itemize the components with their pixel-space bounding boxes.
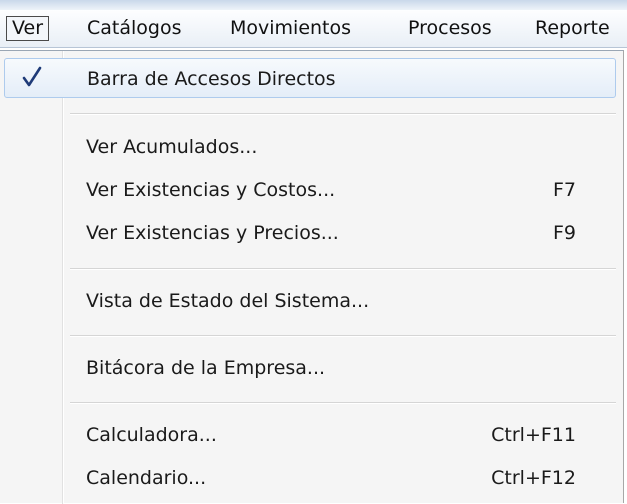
menu-item-label: Bitácora de la Empresa... [86,357,326,379]
menu-item-shortcut: Ctrl+F12 [491,467,576,489]
menu-item-label: Ver Existencias y Costos... [86,179,336,201]
ver-dropdown-menu: Barra de Accesos Directos Ver Acumulados… [0,50,624,504]
menu-item-label: Ver Existencias y Precios... [86,222,339,244]
menu-item-calculadora[interactable]: Calculadora... Ctrl+F11 [4,415,616,455]
menu-item-shortcut: F9 [552,222,576,244]
menu-item-calendario[interactable]: Calendario... Ctrl+F12 [4,458,616,498]
menu-separator [70,268,616,269]
menu-item-bitacora[interactable]: Bitácora de la Empresa... [4,348,616,388]
menu-item-vista-estado[interactable]: Vista de Estado del Sistema... [4,281,616,321]
check-icon [22,66,42,87]
menu-catalogos[interactable]: Catálogos [82,16,187,41]
menu-item-existencias-costos[interactable]: Ver Existencias y Costos... F7 [4,170,616,210]
menu-bar: Ver Catálogos Movimientos Procesos Repor… [0,10,627,48]
menu-procesos[interactable]: Procesos [403,16,497,41]
menu-item-shortcut: Ctrl+F11 [491,424,576,446]
menu-item-label: Vista de Estado del Sistema... [86,290,370,312]
menu-item-shortcut: F7 [552,179,576,201]
menu-ver[interactable]: Ver [6,16,50,41]
menu-item-ver-acumulados[interactable]: Ver Acumulados... [4,127,616,167]
menu-item-existencias-precios[interactable]: Ver Existencias y Precios... F9 [4,213,616,253]
menu-item-label: Barra de Accesos Directos [87,68,336,90]
menu-separator [70,335,616,336]
menu-separator [70,402,616,403]
menu-item-label: Ver Acumulados... [86,136,258,158]
menu-movimientos[interactable]: Movimientos [225,16,356,41]
menu-item-barra-accesos[interactable]: Barra de Accesos Directos [4,58,616,98]
menu-item-label: Calendario... [86,467,207,489]
menu-item-label: Calculadora... [86,424,217,446]
menu-separator [70,113,616,114]
window-top-strip [0,0,627,10]
menu-reportes[interactable]: Reporte [530,16,615,41]
